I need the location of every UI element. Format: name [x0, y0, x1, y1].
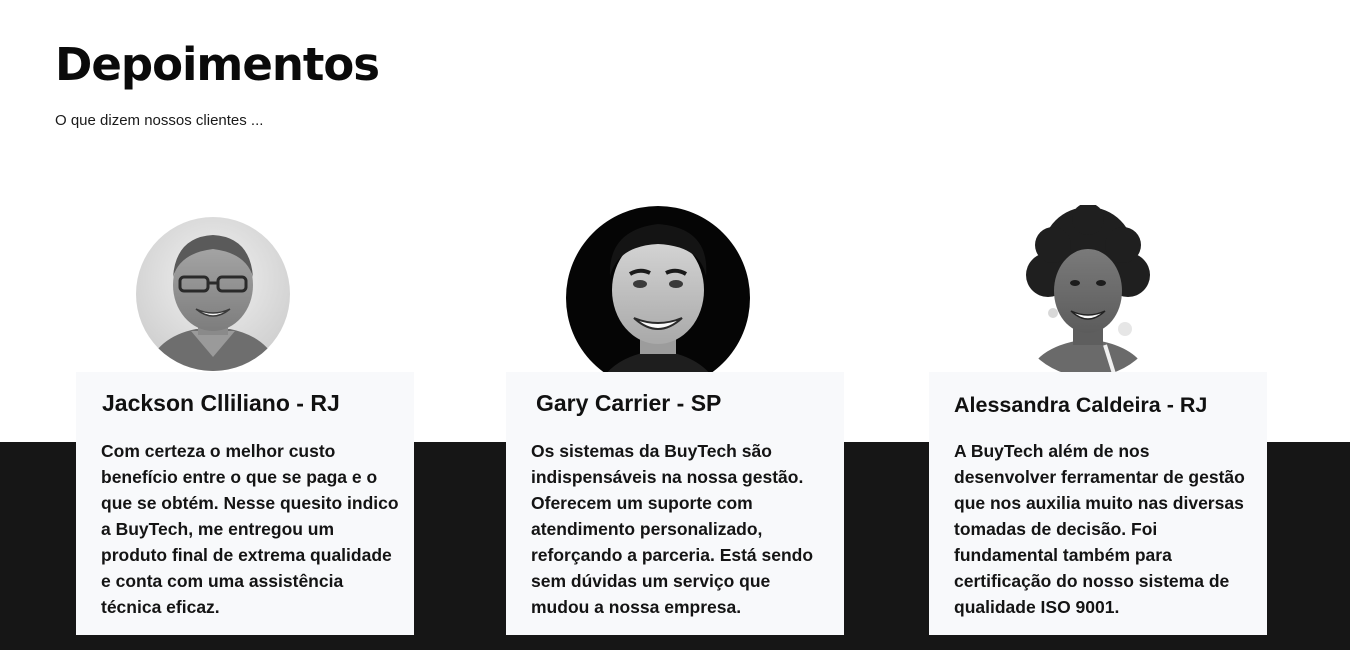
avatar-alessandra: [1013, 205, 1163, 377]
testimonial-name-2: Gary Carrier - SP: [536, 390, 721, 417]
testimonial-name-1: Jackson Clliliano - RJ: [102, 390, 340, 417]
testimonial-text-1: Com certeza o melhor custo benefício ent…: [101, 441, 399, 617]
testimonial-region: - SP: [670, 390, 722, 416]
testimonial-card-1: Jackson Clliliano - RJ Com certeza o mel…: [76, 372, 414, 635]
avatar-gary: [566, 206, 750, 390]
testimonial-name-text: Gary Carrier: [536, 390, 671, 416]
testimonial-card-2: Gary Carrier - SP Os sistemas da BuyTech…: [506, 372, 844, 635]
testimonial-card-3: Alessandra Caldeira - RJ A BuyTech além …: [929, 372, 1267, 635]
testimonial-name-3: Alessandra Caldeira - RJ: [954, 393, 1207, 418]
testimonial-name-text: Jackson Clliliano: [102, 390, 290, 416]
testimonial-region: - RJ: [1160, 393, 1208, 417]
page-subtitle: O que dizem nossos clientes ...: [55, 112, 264, 129]
testimonial-name-text: Alessandra Caldeira: [954, 393, 1161, 417]
testimonial-region: - RJ: [289, 390, 340, 416]
testimonial-text-3: A BuyTech além de nos desenvolver ferram…: [954, 441, 1245, 617]
avatar-jackson: [136, 217, 290, 371]
testimonial-text-2: Os sistemas da BuyTech são indispensávei…: [531, 441, 814, 617]
page-title: Depoimentos: [55, 38, 380, 91]
